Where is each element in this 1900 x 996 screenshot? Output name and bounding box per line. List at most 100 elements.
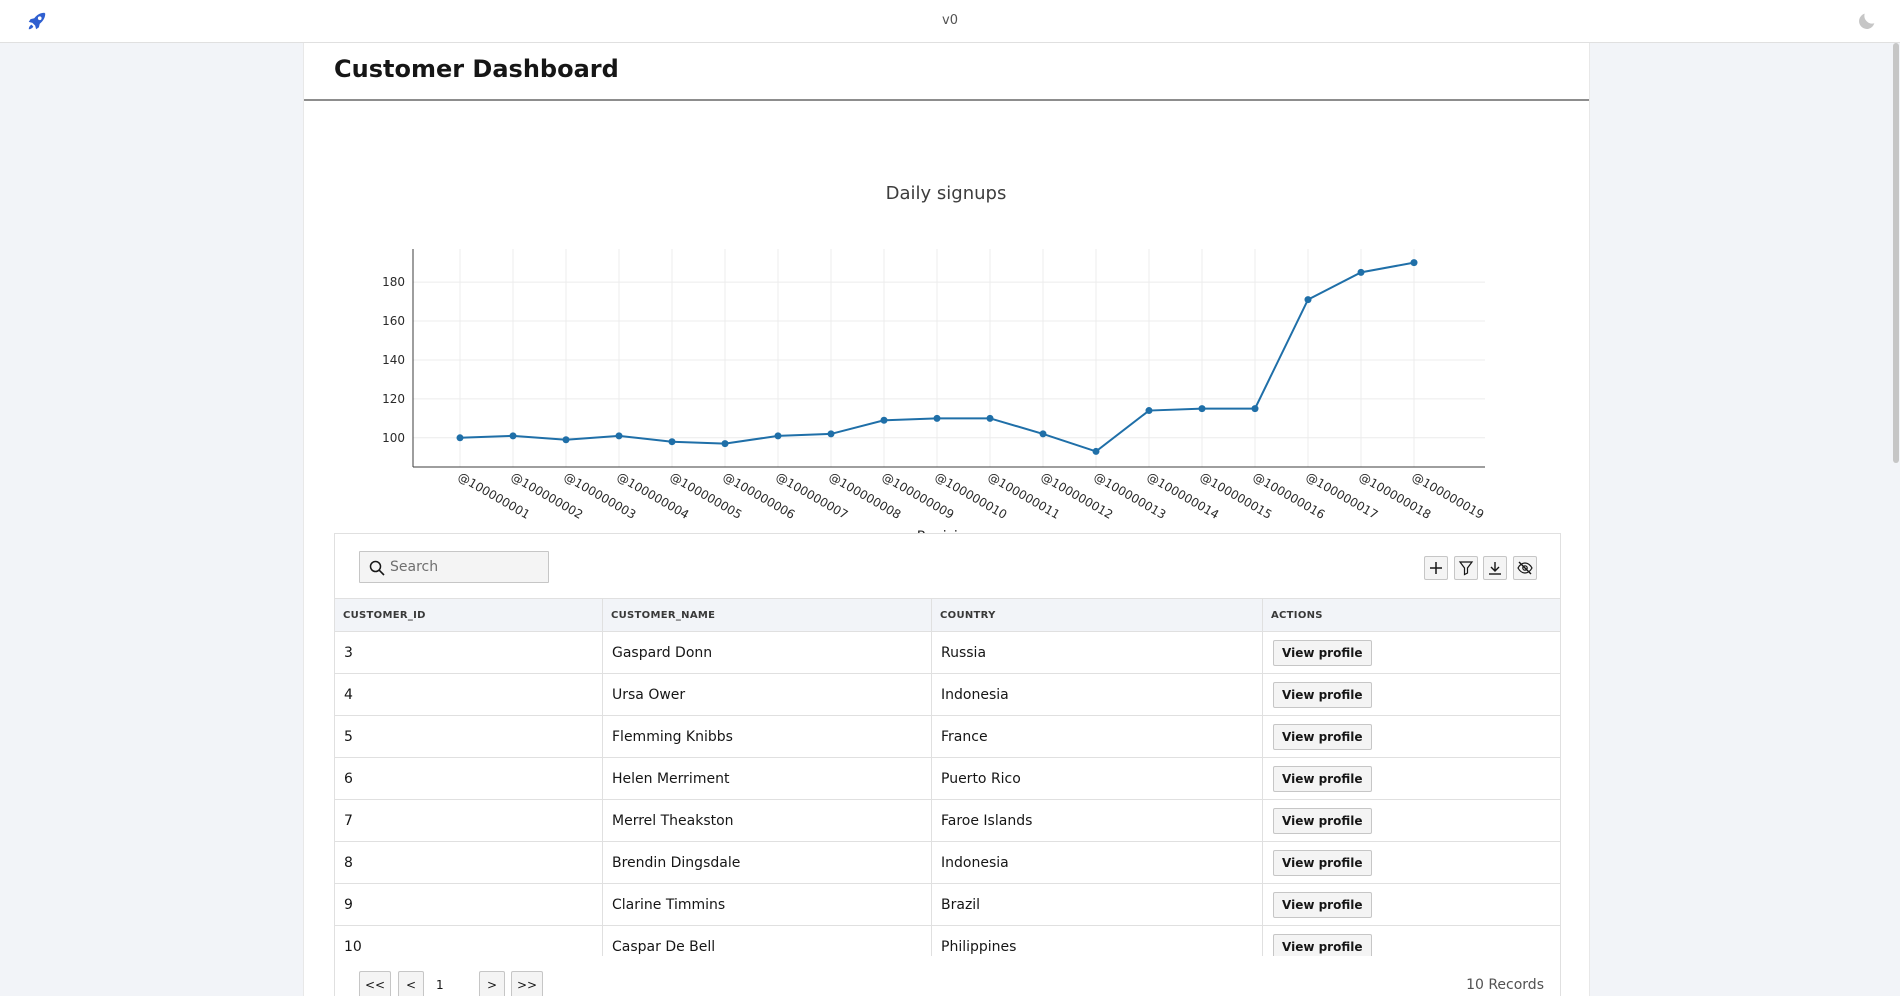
cell-actions: View profile (1263, 926, 1560, 956)
cell-actions: View profile (1263, 800, 1560, 842)
table-header: CUSTOMER_ID CUSTOMER_NAME COUNTRY ACTION… (335, 598, 1560, 633)
data-point[interactable] (1145, 407, 1153, 415)
next-page-button[interactable]: > (479, 971, 505, 996)
column-header-customer-id[interactable]: CUSTOMER_ID (335, 599, 603, 633)
column-header-country[interactable]: COUNTRY (932, 599, 1263, 633)
download-button[interactable] (1483, 556, 1507, 580)
cell-country: France (932, 716, 1263, 758)
cell-customer-id: 10 (335, 926, 603, 956)
view-profile-button[interactable]: View profile (1273, 724, 1372, 750)
column-header-customer-name[interactable]: CUSTOMER_NAME (603, 599, 932, 633)
cell-country: Brazil (932, 884, 1263, 926)
data-point[interactable] (1410, 259, 1418, 267)
page-header: Customer Dashboard (304, 43, 1589, 101)
last-page-button[interactable]: >> (511, 971, 543, 996)
cell-country: Russia (932, 632, 1263, 674)
filter-button[interactable] (1454, 556, 1478, 580)
customer-table-card: CUSTOMER_ID CUSTOMER_NAME COUNTRY ACTION… (334, 533, 1561, 996)
data-point[interactable] (668, 438, 676, 446)
table-row[interactable]: 4 Ursa Ower Indonesia View profile (335, 674, 1560, 716)
cell-actions: View profile (1263, 632, 1560, 674)
customer-table: CUSTOMER_ID CUSTOMER_NAME COUNTRY ACTION… (335, 598, 1560, 956)
search-input[interactable] (390, 552, 545, 582)
moon-icon[interactable] (1856, 10, 1878, 32)
cell-customer-name: Clarine Timmins (603, 884, 932, 926)
data-point[interactable] (1304, 296, 1312, 304)
view-profile-button[interactable]: View profile (1273, 808, 1372, 834)
view-profile-button[interactable]: View profile (1273, 682, 1372, 708)
data-point[interactable] (1092, 447, 1100, 455)
cell-country: Puerto Rico (932, 758, 1263, 800)
scrollbar-thumb[interactable] (1893, 43, 1899, 463)
y-tick-label: 180 (382, 275, 405, 289)
data-point[interactable] (1198, 405, 1206, 413)
cell-customer-id: 7 (335, 800, 603, 842)
cell-country: Faroe Islands (932, 800, 1263, 842)
top-bar: v0 (0, 0, 1900, 43)
table-row[interactable]: 10 Caspar De Bell Philippines View profile (335, 926, 1560, 956)
cell-customer-name: Flemming Knibbs (603, 716, 932, 758)
data-point[interactable] (1357, 268, 1365, 276)
cell-actions: View profile (1263, 758, 1560, 800)
cell-customer-id: 8 (335, 842, 603, 884)
cell-customer-name: Ursa Ower (603, 674, 932, 716)
cell-customer-id: 3 (335, 632, 603, 674)
data-point[interactable] (880, 416, 888, 424)
table-row[interactable]: 5 Flemming Knibbs France View profile (335, 716, 1560, 758)
signups-chart: Daily signups 100 120 140 160 180 @100000001 @… (334, 123, 1564, 563)
page-info: 1 of 1 (436, 978, 444, 992)
data-point[interactable] (986, 414, 994, 422)
prev-page-button[interactable]: < (398, 971, 424, 996)
chart-title: Daily signups (886, 183, 1007, 204)
column-header-actions[interactable]: ACTIONS (1263, 599, 1560, 633)
data-point[interactable] (1251, 405, 1259, 413)
data-point[interactable] (562, 436, 570, 444)
view-profile-button[interactable]: View profile (1273, 766, 1372, 792)
cell-customer-id: 6 (335, 758, 603, 800)
view-profile-button[interactable]: View profile (1273, 892, 1372, 918)
first-page-button[interactable]: << (359, 971, 391, 996)
cell-country: Indonesia (932, 674, 1263, 716)
table-row[interactable]: 9 Clarine Timmins Brazil View profile (335, 884, 1560, 926)
data-point[interactable] (509, 432, 517, 440)
chart-svg: Daily signups 100120140160180@100000001@… (382, 183, 1486, 545)
cell-customer-name: Merrel Theakston (603, 800, 932, 842)
data-point[interactable] (933, 414, 941, 422)
table-row[interactable]: 3 Gaspard Donn Russia View profile (335, 632, 1560, 674)
page-scrollbar[interactable] (1892, 43, 1900, 996)
data-point[interactable] (456, 434, 464, 442)
cell-customer-id: 5 (335, 716, 603, 758)
cell-country: Indonesia (932, 842, 1263, 884)
cell-customer-name: Brendin Dingsdale (603, 842, 932, 884)
y-tick-label: 120 (382, 392, 405, 406)
y-tick-label: 140 (382, 353, 405, 367)
cell-customer-name: Gaspard Donn (603, 632, 932, 674)
cell-customer-id: 4 (335, 674, 603, 716)
data-point[interactable] (774, 432, 782, 440)
view-profile-button[interactable]: View profile (1273, 640, 1372, 666)
record-count: 10 Records (1466, 977, 1544, 993)
cell-actions: View profile (1263, 884, 1560, 926)
data-point[interactable] (1039, 430, 1047, 438)
cell-customer-name: Caspar De Bell (603, 926, 932, 956)
page-title: Customer Dashboard (334, 55, 619, 83)
hide-columns-button[interactable] (1513, 556, 1537, 580)
view-profile-button[interactable]: View profile (1273, 850, 1372, 876)
data-point[interactable] (827, 430, 835, 438)
cell-actions: View profile (1263, 674, 1560, 716)
y-tick-label: 100 (382, 431, 405, 445)
cell-country: Philippines (932, 926, 1263, 956)
view-profile-button[interactable]: View profile (1273, 934, 1372, 956)
data-point[interactable] (615, 432, 623, 440)
search-icon (369, 560, 385, 576)
table-row[interactable]: 6 Helen Merriment Puerto Rico View profile (335, 758, 1560, 800)
cell-customer-id: 9 (335, 884, 603, 926)
main-panel: Customer Dashboard Daily signups 100 120 1… (303, 43, 1590, 996)
y-tick-label: 160 (382, 314, 405, 328)
add-button[interactable] (1424, 556, 1448, 580)
cell-actions: View profile (1263, 842, 1560, 884)
table-row[interactable]: 7 Merrel Theakston Faroe Islands View profi… (335, 800, 1560, 842)
search-box[interactable] (359, 551, 549, 583)
data-point[interactable] (721, 440, 729, 448)
table-row[interactable]: 8 Brendin Dingsdale Indonesia View profile (335, 842, 1560, 884)
